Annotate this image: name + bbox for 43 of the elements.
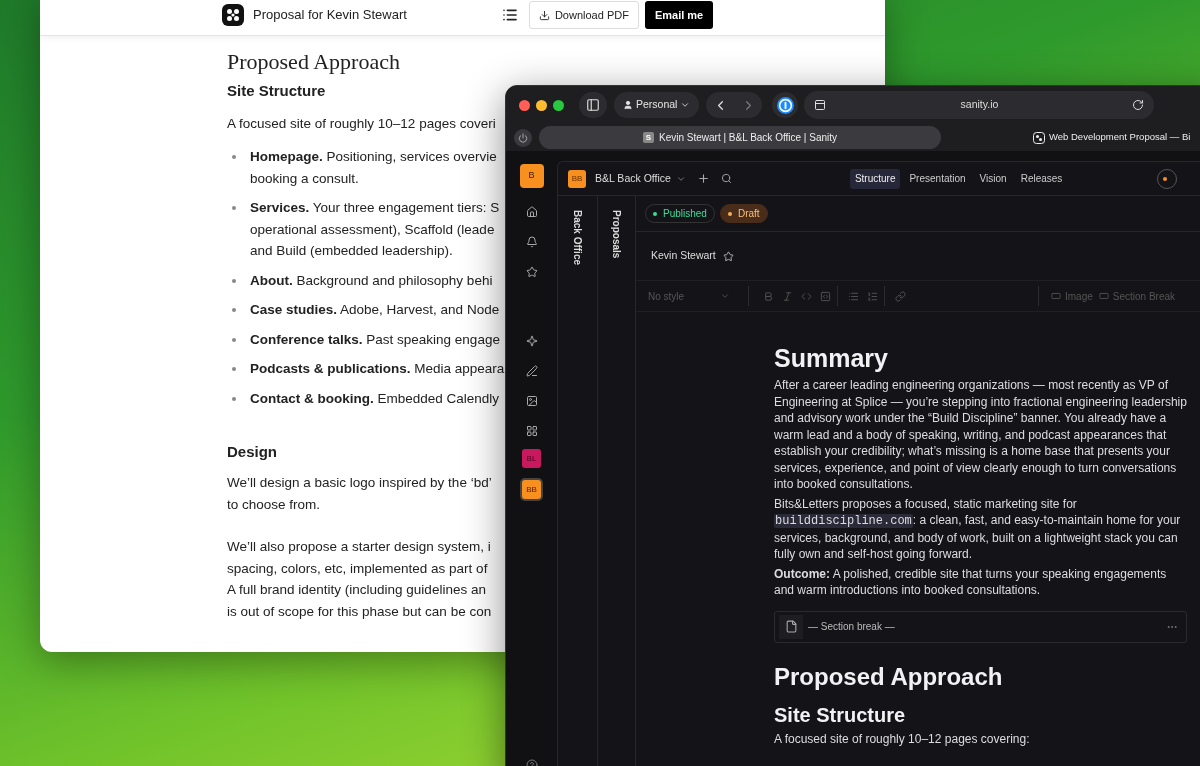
workspace-badge: BB: [568, 169, 586, 188]
address-text: sanity.io: [959, 97, 1000, 113]
status-chip[interactable]: Draft: [719, 204, 768, 223]
address-bar[interactable]: sanity.io: [804, 91, 1155, 119]
heading: Proposed Approach: [774, 661, 1004, 692]
workspace-selector[interactable]: B&L Back Office: [595, 170, 686, 187]
paragraph: Outcome: A polished, credible site that turns your speaking engagements and warm introductions into booked consultations.: [774, 565, 1168, 599]
paragraph: We’ll design a basic logo inspired by the ‘bd’ to choose from.: [227, 474, 492, 514]
browser-tab[interactable]: Web Development Proposal — Bi: [1033, 126, 1191, 149]
profile-button[interactable]: Personal: [614, 92, 700, 118]
section-break-label: — Section break —: [808, 620, 896, 634]
nav-tab[interactable]: Releases: [1015, 168, 1068, 189]
nav-tab[interactable]: Vision: [974, 168, 1012, 189]
list-item: Contact & booking. Embedded Calendly: [250, 389, 500, 408]
browser-tab[interactable]: S Kevin Stewart | B&L Back Office | Sanity: [539, 126, 941, 149]
nav-tab[interactable]: Structure: [849, 168, 901, 189]
paragraph: Bits&Letters proposes a focused, static marketing site for builddiscipline.com: a clean, fast, and easy-to-maintain home for your services, background, and body of work, built on a lightweight stack you can fully own and self-host going forward.: [774, 495, 1182, 563]
list-item: About. Background and philosophy behi: [250, 271, 493, 290]
subsection-heading: Site Structure: [227, 81, 326, 101]
list-item: Podcasts & publications. Media appeara: [250, 360, 505, 378]
section-heading: Proposed Approach: [227, 48, 400, 76]
download-button[interactable]: Download PDF: [528, 1, 639, 29]
paragraph: After a career leading engineering organizations — most recently as VP of Engineering at Splice — you’re stepping into fractional engineering leadership and advisory work under the “Build Discipline” banner. You already have a warm lead and a body of speaking, writing, and podcast appearances that establish your credibility; what’s missing is a home base that presents your services, experience, and point of view clearly enough to turn conversations into booked consultations.: [774, 377, 1187, 493]
section-break-block[interactable]: — Section break —: [774, 610, 1187, 643]
email-button[interactable]: Email me: [644, 1, 714, 29]
tab-favicon: S: [642, 132, 654, 143]
workspace-avatar[interactable]: B: [519, 164, 544, 188]
paragraph: A focused site of roughly 10–12 pages coveri: [227, 115, 496, 133]
list-item: Homepage. Positioning, services overvie booking a consult.: [250, 148, 497, 188]
pane-title[interactable]: Back Office: [570, 210, 585, 266]
paragraph: A focused site of roughly 10–12 pages covering:: [774, 730, 1031, 747]
document-title: Kevin Stewart: [651, 248, 716, 264]
list-item: Conference talks. Past speaking engage: [250, 330, 500, 349]
subheading: Site Structure: [774, 702, 907, 728]
paragraph: We’ll also propose a starter design system, i spacing, colors, etc, implemented as part of A full brand identity (including guidelines an is out of scope for this phase but can be con: [227, 538, 492, 621]
subsection-heading: Design: [227, 442, 277, 462]
list-item: Case studies. Adobe, Harvest, and Node: [250, 301, 500, 319]
tool-badge[interactable]: BB: [522, 480, 541, 499]
page-title: Proposal for Kevin Stewart: [253, 6, 407, 25]
pane-title[interactable]: Proposals: [609, 210, 624, 259]
nav-tab[interactable]: Presentation: [904, 168, 971, 189]
heading: Summary: [774, 343, 889, 374]
list-item: Services. Your three engagement tiers: S operational assessment), Scaffold (leade and Build (embedded leadership).: [250, 199, 500, 260]
